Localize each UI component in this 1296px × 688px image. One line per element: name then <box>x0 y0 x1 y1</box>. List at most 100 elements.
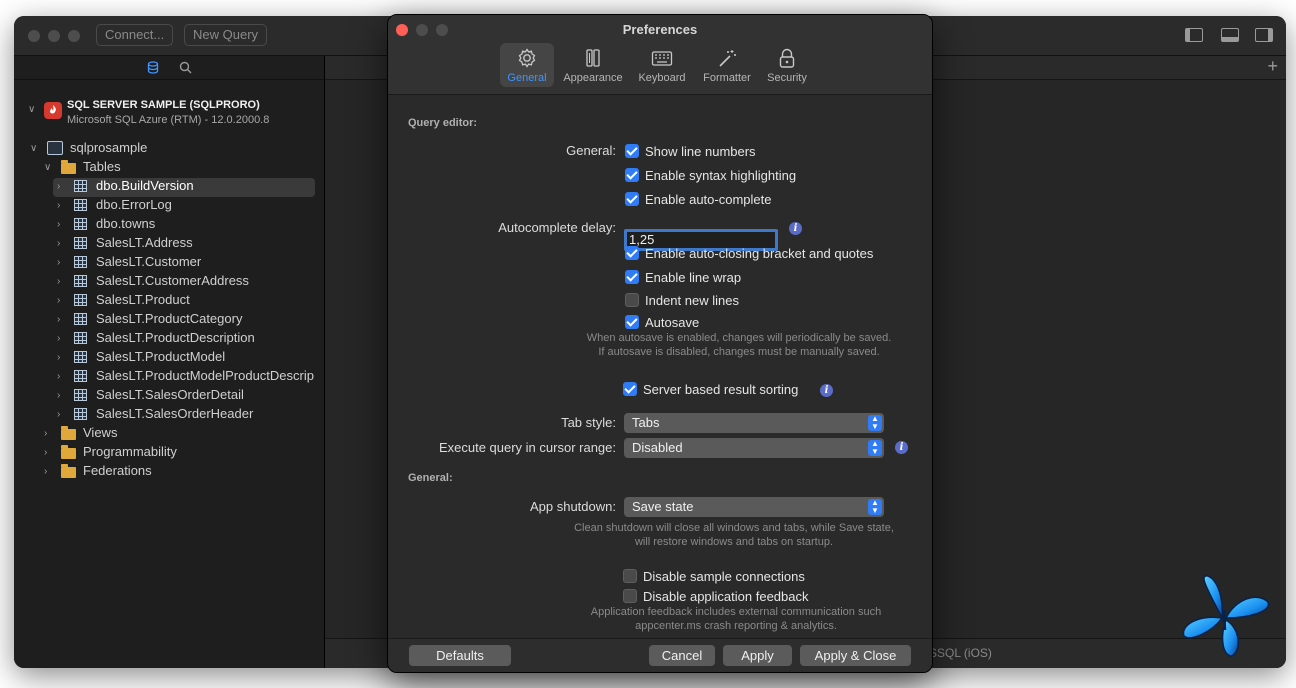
chevron-updown-icon: ▲ ▼ <box>868 415 882 431</box>
chevron-right-icon[interactable]: › <box>57 296 67 306</box>
table-name: SalesLT.SalesOrderDetail <box>96 387 244 402</box>
tab-style-select[interactable]: Tabs ▲ ▼ <box>624 413 884 433</box>
chevron-right-icon[interactable]: › <box>57 391 67 401</box>
add-tab-icon[interactable]: + <box>1267 56 1278 77</box>
apply-close-button[interactable]: Apply & Close <box>800 645 911 666</box>
table-row[interactable]: › SalesLT.SalesOrderHeader <box>14 405 325 424</box>
folder-icon <box>61 160 76 174</box>
table-row[interactable]: › SalesLT.Product <box>14 291 325 310</box>
disable-feedback-checkbox[interactable] <box>623 589 637 603</box>
section-general: General: <box>408 472 453 484</box>
disable-sample-checkbox[interactable] <box>623 569 637 583</box>
close-button[interactable] <box>28 30 40 42</box>
database-icon <box>47 141 63 155</box>
tab-security[interactable]: Security <box>762 43 812 87</box>
table-name: SalesLT.ProductDescription <box>96 330 255 345</box>
table-row[interactable]: › SalesLT.Address <box>14 234 325 253</box>
tables-folder-row[interactable]: ∨ Tables <box>14 158 325 177</box>
table-icon <box>74 389 87 401</box>
server-version: Microsoft SQL Azure (RTM) - 12.0.2000.8 <box>67 114 270 126</box>
right-panel-toggle-icon[interactable] <box>1255 28 1273 42</box>
chevron-right-icon[interactable]: › <box>44 467 54 477</box>
folder-row[interactable]: › Programmability <box>14 443 325 462</box>
server-row[interactable]: ∨ SQL SERVER SAMPLE (SQLPRORO) Microsoft… <box>14 99 325 126</box>
indent-new-lines-checkbox[interactable] <box>625 293 639 307</box>
auto-closing-checkbox[interactable] <box>625 246 639 260</box>
chevron-right-icon[interactable]: › <box>57 220 67 230</box>
chevron-down-icon[interactable]: ∨ <box>28 105 38 115</box>
folder-name: Federations <box>83 463 152 478</box>
defaults-button[interactable]: Defaults <box>409 645 511 666</box>
app-shutdown-label: App shutdown: <box>529 499 616 514</box>
exec-range-select[interactable]: Disabled ▲ ▼ <box>624 438 884 458</box>
table-row[interactable]: › SalesLT.ProductModel <box>14 348 325 367</box>
chevron-right-icon[interactable]: › <box>57 353 67 363</box>
line-wrap-checkbox[interactable] <box>625 270 639 284</box>
folder-row[interactable]: › Views <box>14 424 325 443</box>
info-icon[interactable]: i <box>789 222 802 235</box>
chevron-right-icon[interactable]: › <box>57 258 67 268</box>
shutdown-note: Clean shutdown will close all windows an… <box>574 522 894 548</box>
chevron-right-icon[interactable]: › <box>44 429 54 439</box>
autocomplete-delay-label: Autocomplete delay: <box>498 220 616 235</box>
show-line-numbers-checkbox[interactable] <box>625 144 639 158</box>
database-icon[interactable] <box>147 61 159 74</box>
table-row[interactable]: › SalesLT.SalesOrderDetail <box>14 386 325 405</box>
chevron-right-icon[interactable]: › <box>57 372 67 382</box>
chevron-right-icon[interactable]: › <box>57 334 67 344</box>
chevron-down-icon[interactable]: ∨ <box>44 163 54 173</box>
tab-keyboard-label: Keyboard <box>638 72 686 84</box>
connect-button[interactable]: Connect... <box>96 24 174 46</box>
cancel-button[interactable]: Cancel <box>649 645 715 666</box>
table-name: SalesLT.CustomerAddress <box>96 273 249 288</box>
chevron-right-icon[interactable]: › <box>57 182 67 192</box>
bottom-panel-toggle-icon[interactable] <box>1221 28 1239 42</box>
autosave-checkbox[interactable] <box>625 315 639 329</box>
indent-new-lines-label: Indent new lines <box>645 293 739 308</box>
chevron-right-icon[interactable]: › <box>57 277 67 287</box>
chevron-right-icon[interactable]: › <box>57 239 67 249</box>
table-icon <box>74 313 87 325</box>
table-row[interactable]: › SalesLT.ProductDescription <box>14 329 325 348</box>
left-panel-toggle-icon[interactable] <box>1185 28 1203 42</box>
folder-row[interactable]: › Federations <box>14 462 325 481</box>
table-row[interactable]: › SalesLT.ProductCategory <box>14 310 325 329</box>
line-wrap-label: Enable line wrap <box>645 270 742 285</box>
exec-range-value: Disabled <box>632 440 683 455</box>
tab-general[interactable]: General <box>500 43 554 87</box>
server-sorting-checkbox[interactable] <box>623 382 637 396</box>
table-icon <box>74 275 87 287</box>
table-row[interactable]: › SalesLT.ProductModelProductDescrip <box>14 367 325 386</box>
auto-closing-label: Enable auto-closing bracket and quotes <box>645 246 874 261</box>
tab-formatter[interactable]: Formatter <box>696 43 758 87</box>
folder-icon <box>61 464 76 478</box>
table-icon <box>74 370 87 382</box>
chevron-right-icon[interactable]: › <box>57 410 67 420</box>
search-icon[interactable] <box>179 61 192 74</box>
table-row[interactable]: › dbo.BuildVersion <box>14 177 325 196</box>
database-name: sqlprosample <box>70 140 148 155</box>
chevron-right-icon[interactable]: › <box>57 201 67 211</box>
tab-keyboard[interactable]: Keyboard <box>634 43 690 87</box>
folder-name: Programmability <box>83 444 177 459</box>
table-row[interactable]: › dbo.towns <box>14 215 325 234</box>
table-row[interactable]: › dbo.ErrorLog <box>14 196 325 215</box>
apply-button[interactable]: Apply <box>723 645 792 666</box>
app-shutdown-select[interactable]: Save state ▲ ▼ <box>624 497 884 517</box>
chevron-right-icon[interactable]: › <box>57 315 67 325</box>
minimize-button[interactable] <box>48 30 60 42</box>
table-name: SalesLT.Product <box>96 292 190 307</box>
table-row[interactable]: › SalesLT.Customer <box>14 253 325 272</box>
tab-appearance[interactable]: Appearance <box>560 43 626 87</box>
tab-formatter-label: Formatter <box>703 72 751 84</box>
table-row[interactable]: › SalesLT.CustomerAddress <box>14 272 325 291</box>
chevron-right-icon[interactable]: › <box>44 448 54 458</box>
auto-complete-checkbox[interactable] <box>625 192 639 206</box>
info-icon[interactable]: i <box>820 384 833 397</box>
info-icon[interactable]: i <box>895 441 908 454</box>
zoom-button[interactable] <box>68 30 80 42</box>
syntax-highlighting-checkbox[interactable] <box>625 168 639 182</box>
database-row[interactable]: ∨ sqlprosample <box>14 139 325 158</box>
chevron-down-icon[interactable]: ∨ <box>30 144 40 154</box>
new-query-button[interactable]: New Query <box>184 24 268 46</box>
